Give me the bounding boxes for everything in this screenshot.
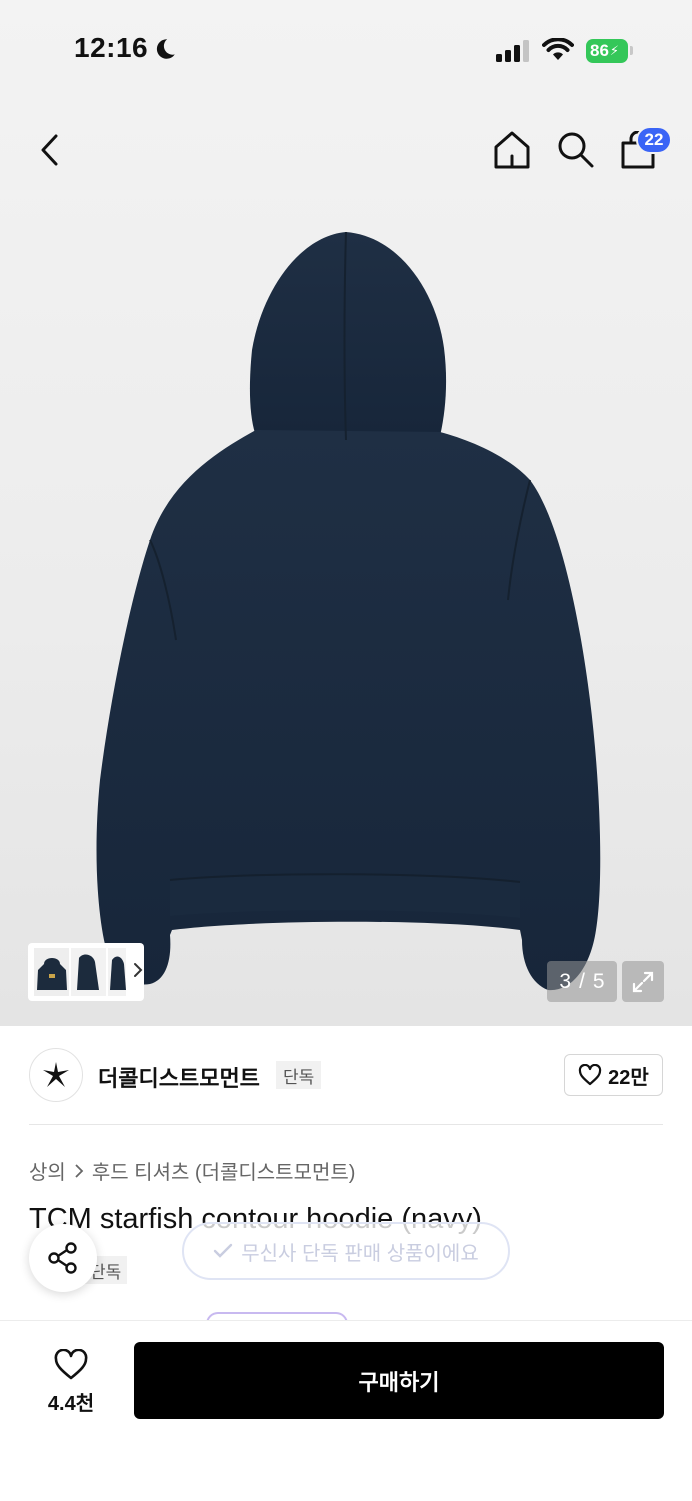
search-icon xyxy=(558,132,594,168)
battery-indicator: 86 ⚡ xyxy=(586,39,628,63)
thumbnail-side[interactable] xyxy=(71,948,107,996)
section-divider xyxy=(29,1124,663,1125)
thumbnail-back[interactable] xyxy=(108,948,126,996)
total-pages: 5 xyxy=(592,969,605,993)
image-page-counter: 3 / 5 xyxy=(547,961,617,1002)
moon-icon xyxy=(152,36,178,67)
status-time: 12:16 xyxy=(74,32,149,63)
signal-icon xyxy=(496,40,532,67)
battery-level: 86 xyxy=(590,41,609,60)
check-icon xyxy=(214,1243,233,1258)
wishlist-button[interactable]: 4.4천 xyxy=(30,1344,112,1420)
brand-name[interactable]: 더콜디스트모먼트 xyxy=(98,1061,260,1093)
brand-like-count: 22만 xyxy=(608,1066,649,1089)
home-icon xyxy=(494,131,530,169)
breadcrumb-subcategory[interactable]: 후드 티셔츠 (더콜디스트모먼트) xyxy=(92,1156,356,1185)
back-button[interactable] xyxy=(26,128,74,172)
expand-icon xyxy=(632,971,654,992)
chevron-right-icon xyxy=(75,1163,84,1178)
brand-logo[interactable] xyxy=(29,1048,83,1102)
starfish-logo-icon xyxy=(43,1062,69,1087)
cart-count-badge: 22 xyxy=(636,126,672,154)
counter-separator: / xyxy=(579,969,585,993)
wifi-icon xyxy=(542,37,574,67)
wishlist-count: 4.4천 xyxy=(47,1392,95,1415)
breadcrumb[interactable]: 상의 후드 티셔츠 (더콜디스트모먼트) xyxy=(29,1156,355,1185)
heart-icon xyxy=(54,1348,88,1379)
brand-like-button[interactable]: 22만 xyxy=(564,1054,663,1096)
exclusive-toast: 무신사 단독 판매 상품이에요 xyxy=(182,1222,510,1280)
battery-cap xyxy=(630,46,633,55)
chevron-right-icon[interactable] xyxy=(132,961,144,984)
thumbnail-strip[interactable] xyxy=(28,943,144,1001)
buy-button[interactable]: 구매하기 xyxy=(134,1342,664,1419)
expand-image-button[interactable] xyxy=(622,961,664,1002)
share-icon xyxy=(48,1242,77,1274)
brand-exclusive-badge: 단독 xyxy=(276,1061,322,1089)
toast-message: 무신사 단독 판매 상품이에요 xyxy=(241,1242,479,1265)
breadcrumb-category[interactable]: 상의 xyxy=(29,1156,66,1185)
share-button[interactable] xyxy=(29,1224,97,1292)
thumbnail-front[interactable] xyxy=(34,948,70,996)
current-page: 3 xyxy=(559,969,572,993)
charging-bolt-icon: ⚡ xyxy=(609,43,620,58)
chevron-left-icon xyxy=(41,134,58,166)
search-button[interactable] xyxy=(552,126,600,174)
home-button[interactable] xyxy=(488,126,536,174)
heart-icon xyxy=(579,1064,602,1086)
